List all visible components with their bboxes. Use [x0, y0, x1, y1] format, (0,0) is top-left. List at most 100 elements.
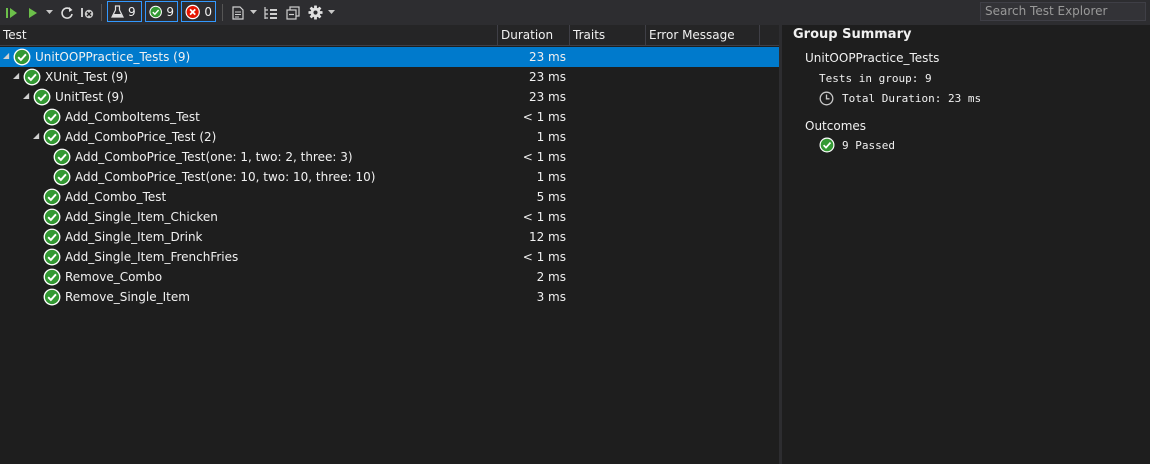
test-name: UnitOOPPractice_Tests (9) [35, 50, 191, 64]
tests-in-group: Tests in group: 9 [819, 72, 932, 85]
test-name: XUnit_Test (9) [45, 70, 129, 84]
tree-row-test[interactable]: Add_Single_Item_Drink 12 ms [0, 227, 779, 247]
test-duration: 3 ms [536, 290, 566, 304]
column-header-traits[interactable]: Traits [570, 25, 646, 45]
group-summary-title: Group Summary [793, 27, 912, 42]
test-duration: < 1 ms [522, 110, 566, 124]
playlist-button[interactable] [229, 0, 247, 25]
chevron-down-icon [327, 10, 335, 14]
expand-arrow-icon[interactable]: ◢ [23, 92, 31, 100]
passed-icon [43, 208, 61, 226]
error-circle-icon [185, 4, 200, 19]
run-all-button[interactable] [3, 0, 21, 25]
test-duration: < 1 ms [522, 210, 566, 224]
column-header-row: Test Duration Traits Error Message [0, 25, 779, 46]
expand-arrow-icon[interactable]: ◢ [33, 132, 41, 140]
run-icon [29, 7, 37, 18]
total-tests-filter[interactable]: 9 [107, 1, 142, 22]
failed-tests-filter[interactable]: 0 [181, 1, 216, 22]
tree-row-test-case[interactable]: Add_ComboPrice_Test(one: 10, two: 10, th… [0, 167, 779, 187]
tree-row-class[interactable]: ◢ UnitTest (9) 23 ms [0, 87, 779, 107]
tree-row-project[interactable]: ◢ UnitOOPPractice_Tests (9) 23 ms [0, 47, 779, 67]
settings-button[interactable] [306, 0, 324, 25]
column-header-duration[interactable]: Duration [498, 25, 570, 45]
test-name: Add_ComboItems_Test [65, 110, 200, 124]
test-name: Add_ComboPrice_Test (2) [65, 130, 217, 144]
test-duration: < 1 ms [522, 250, 566, 264]
run-all-icon [6, 7, 17, 18]
test-duration: 1 ms [536, 170, 566, 184]
tree-row-test[interactable]: Remove_Single_Item 3 ms [0, 287, 779, 307]
passed-icon [43, 268, 61, 286]
tree-row-test[interactable]: Remove_Combo 2 ms [0, 267, 779, 287]
test-name: Remove_Single_Item [65, 290, 190, 304]
test-duration: 5 ms [536, 190, 566, 204]
group-summary-panel: Group Summary UnitOOPPractice_Tests Test… [782, 25, 1150, 464]
test-explorer-toolbar: 9 9 0 Search Test Explorer [0, 0, 1150, 25]
tree-row-test-group[interactable]: ◢ Add_ComboPrice_Test (2) 1 ms [0, 127, 779, 147]
collapse-all-button[interactable] [284, 0, 302, 25]
toolbar-separator [101, 4, 102, 21]
collapse-icon [286, 5, 300, 20]
gear-icon [307, 5, 323, 20]
test-name: Add_Combo_Test [65, 190, 167, 204]
outcomes-label: Outcomes [805, 119, 867, 133]
group-by-button[interactable] [261, 0, 279, 25]
passed-count: 9 [166, 4, 174, 19]
tree-row-namespace[interactable]: ◢ XUnit_Test (9) 23 ms [0, 67, 779, 87]
passed-icon [43, 228, 61, 246]
test-name: Add_Single_Item_Chicken [65, 210, 218, 224]
passed-icon [13, 48, 31, 66]
playlist-dropdown-button[interactable] [248, 0, 258, 25]
run-button[interactable] [24, 0, 42, 25]
passed-icon [53, 148, 71, 166]
tree-row-test[interactable]: Add_Combo_Test 5 ms [0, 187, 779, 207]
test-duration: 2 ms [536, 270, 566, 284]
cancel-icon [81, 7, 94, 18]
hierarchy-icon [263, 6, 277, 19]
expand-arrow-icon[interactable]: ◢ [13, 72, 21, 80]
passed-outcome-link[interactable]: 9 Passed [842, 139, 895, 152]
passed-icon [43, 188, 61, 206]
test-tree: ◢ UnitOOPPractice_Tests (9) 23 ms ◢ XUni… [0, 47, 779, 307]
test-name: Remove_Combo [65, 270, 163, 284]
test-name: Add_Single_Item_Drink [65, 230, 203, 244]
passed-icon [23, 68, 41, 86]
run-dropdown-button[interactable] [43, 0, 55, 25]
test-name: Add_ComboPrice_Test(one: 10, two: 10, th… [75, 170, 376, 184]
failed-count: 0 [204, 4, 212, 19]
flask-icon [111, 4, 124, 18]
check-circle-icon [149, 5, 162, 18]
test-duration: 1 ms [536, 130, 566, 144]
passed-icon [33, 88, 51, 106]
total-duration: Total Duration: 23 ms [842, 92, 982, 105]
passed-icon [43, 248, 61, 266]
search-input[interactable]: Search Test Explorer [980, 2, 1146, 21]
test-name: Add_ComboPrice_Test(one: 1, two: 2, thre… [75, 150, 353, 164]
column-header-test[interactable]: Test [0, 25, 498, 45]
tree-row-test[interactable]: Add_Single_Item_FrenchFries < 1 ms [0, 247, 779, 267]
cancel-button[interactable] [78, 0, 96, 25]
test-duration: < 1 ms [522, 150, 566, 164]
column-header-error-message[interactable]: Error Message [646, 25, 760, 45]
settings-dropdown-button[interactable] [326, 0, 336, 25]
passed-icon [819, 137, 835, 153]
group-name: UnitOOPPractice_Tests [805, 51, 940, 65]
passed-icon [43, 128, 61, 146]
test-duration: 23 ms [528, 90, 566, 104]
rerun-button[interactable] [58, 0, 76, 25]
passed-icon [53, 168, 71, 186]
tree-row-test[interactable]: Add_ComboItems_Test < 1 ms [0, 107, 779, 127]
column-header-spacer [760, 25, 779, 45]
test-name: Add_Single_Item_FrenchFries [65, 250, 239, 264]
chevron-down-icon [249, 10, 257, 14]
tree-row-test-case[interactable]: Add_ComboPrice_Test(one: 1, two: 2, thre… [0, 147, 779, 167]
test-name: UnitTest (9) [55, 90, 124, 104]
tree-row-test[interactable]: Add_Single_Item_Chicken < 1 ms [0, 207, 779, 227]
passed-tests-filter[interactable]: 9 [145, 1, 178, 22]
expand-arrow-icon[interactable]: ◢ [3, 52, 11, 60]
total-count: 9 [128, 4, 136, 19]
clock-icon [819, 91, 834, 106]
test-duration: 23 ms [528, 70, 566, 84]
test-duration: 12 ms [528, 230, 566, 244]
